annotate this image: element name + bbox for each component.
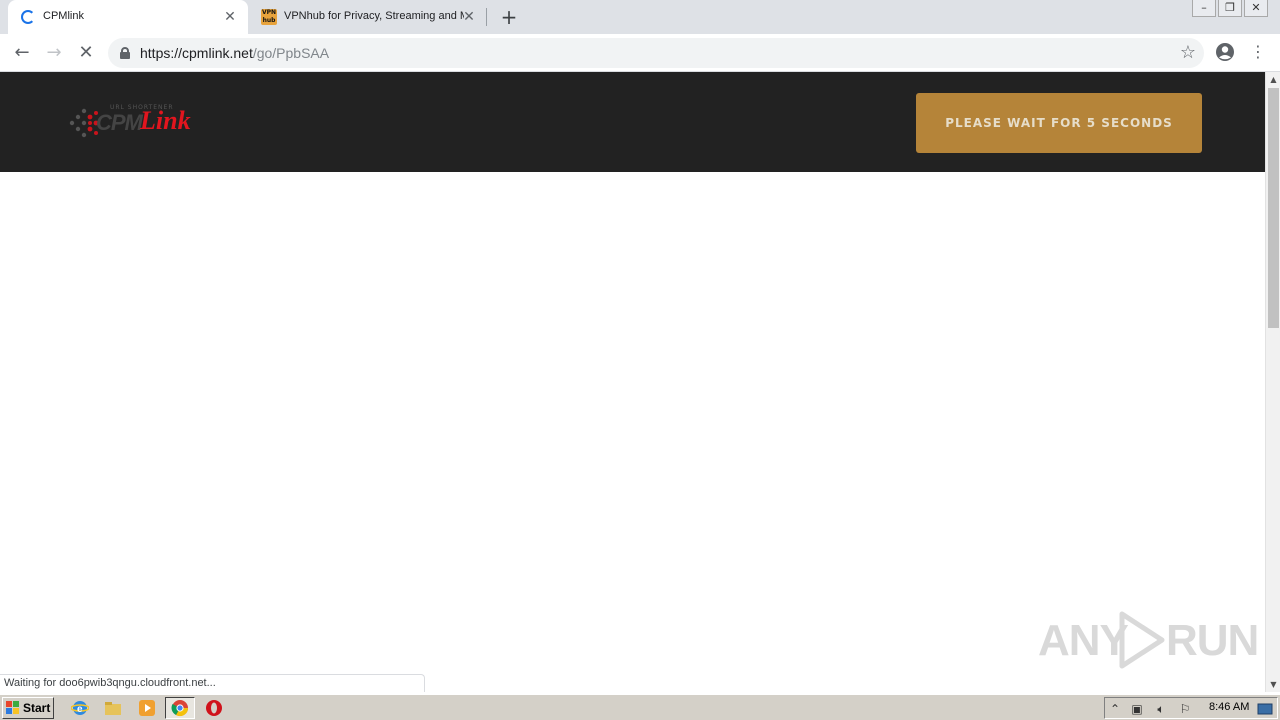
- network-icon[interactable]: ▣: [1129, 701, 1145, 717]
- scrollbar-thumb[interactable]: [1268, 88, 1279, 328]
- vpnhub-icon: VPN hub: [261, 9, 277, 25]
- svg-text:e: e: [77, 704, 83, 715]
- window-controls: – ❐ ✕: [1190, 0, 1268, 18]
- back-arrow-icon[interactable]: ←: [10, 41, 34, 65]
- chrome-taskbar-button[interactable]: [165, 697, 195, 719]
- volume-icon[interactable]: 🔈︎: [1153, 701, 1169, 717]
- scroll-up-arrow-icon[interactable]: ▲: [1266, 72, 1280, 87]
- profile-avatar-icon[interactable]: [1214, 41, 1236, 63]
- logo-word-text: Link: [140, 106, 191, 135]
- minimize-button[interactable]: –: [1192, 0, 1216, 17]
- close-window-button[interactable]: ✕: [1244, 0, 1268, 17]
- show-desktop-icon[interactable]: [1257, 701, 1273, 717]
- tab-strip: CPMlink ✕ VPN hub VPNhub for Privacy, St…: [0, 0, 1280, 34]
- page-viewport: URL SHORTENER CPM Link PLEASE WAIT FOR 5…: [0, 72, 1265, 692]
- start-label: Start: [23, 701, 51, 715]
- browser-toolbar: ← → ✕ https://cpmlink.net/go/PpbSAA ☆: [0, 34, 1280, 72]
- taskbar: Start e ⌃ ▣ 🔈︎ ⚐ 8:46 AM: [0, 694, 1280, 720]
- logo-mark-text: CPM: [96, 110, 143, 135]
- url-path: /go/PpbSAA: [252, 45, 330, 61]
- status-bubble: Waiting for doo6pwib3qngu.cloudfront.net…: [0, 674, 425, 692]
- system-tray: ⌃ ▣ 🔈︎ ⚐ 8:46 AM: [1104, 697, 1278, 719]
- forward-arrow-icon[interactable]: →: [42, 41, 66, 65]
- browser-menu-icon[interactable]: ⋮: [1250, 41, 1266, 63]
- page-scrollbar[interactable]: ▲ ▼: [1265, 72, 1280, 692]
- internet-explorer-icon[interactable]: e: [71, 699, 89, 717]
- tab-vpnhub[interactable]: VPN hub VPNhub for Privacy, Streaming an…: [249, 0, 487, 34]
- lock-icon[interactable]: [120, 47, 130, 59]
- windows-flag-icon: [6, 701, 19, 714]
- folder-icon[interactable]: [104, 699, 122, 717]
- url-text[interactable]: https://cpmlink.net/go/PpbSAA: [140, 45, 329, 61]
- close-tab-icon[interactable]: ✕: [461, 9, 477, 25]
- tab-title: VPNhub for Privacy, Streaming and M: [284, 10, 464, 22]
- media-player-icon[interactable]: [138, 699, 156, 717]
- bookmark-star-icon[interactable]: ☆: [1180, 42, 1196, 63]
- tab-cpmlink[interactable]: CPMlink ✕: [8, 0, 248, 34]
- stop-loading-icon[interactable]: ✕: [74, 41, 98, 65]
- site-header: URL SHORTENER CPM Link PLEASE WAIT FOR 5…: [0, 72, 1265, 172]
- tray-expand-icon[interactable]: ⌃: [1107, 701, 1123, 717]
- opera-icon[interactable]: [205, 699, 223, 717]
- watermark-right-text: RUN: [1166, 616, 1259, 665]
- taskbar-clock[interactable]: 8:46 AM: [1209, 701, 1249, 713]
- start-button[interactable]: Start: [2, 697, 54, 719]
- tab-title: CPMlink: [43, 10, 84, 22]
- please-wait-button[interactable]: PLEASE WAIT FOR 5 SECONDS: [916, 93, 1202, 153]
- scroll-down-arrow-icon[interactable]: ▼: [1266, 677, 1280, 692]
- new-tab-button[interactable]: +: [498, 6, 520, 28]
- url-host: https://cpmlink.net: [140, 45, 253, 61]
- tab-separator: [486, 8, 487, 26]
- play-icon: [1119, 611, 1165, 669]
- loading-spinner-icon: [20, 9, 36, 25]
- cpmlink-logo[interactable]: URL SHORTENER CPM Link: [66, 104, 198, 142]
- anyrun-watermark: ANY RUN: [1038, 606, 1259, 670]
- close-tab-icon[interactable]: ✕: [222, 9, 238, 25]
- flag-icon[interactable]: ⚐: [1177, 701, 1193, 717]
- chrome-icon: [171, 700, 189, 717]
- address-bar[interactable]: https://cpmlink.net/go/PpbSAA ☆: [108, 38, 1204, 68]
- restore-button[interactable]: ❐: [1218, 0, 1242, 17]
